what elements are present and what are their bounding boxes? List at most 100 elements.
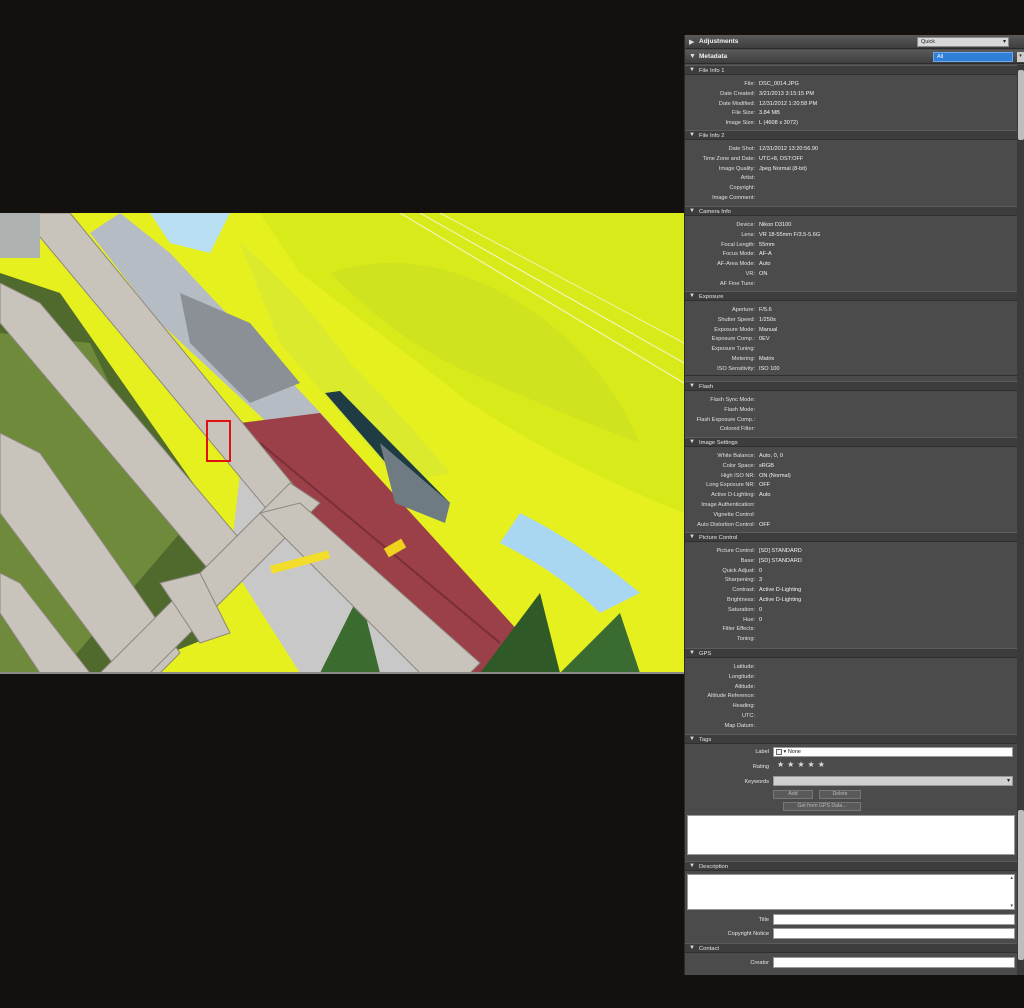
metadata-value: 3.84 MB: [759, 110, 780, 117]
star-icon[interactable]: ★: [808, 760, 815, 769]
section-tags[interactable]: ▼ Tags: [685, 734, 1017, 744]
metadata-label: Color Space:: [722, 462, 755, 469]
chevron-down-icon: ▾: [783, 749, 787, 755]
creator-input[interactable]: [773, 957, 1015, 968]
description-textarea[interactable]: ▴ ▾: [687, 874, 1015, 910]
scrollbar-thumb[interactable]: [1018, 810, 1024, 960]
adjustments-header[interactable]: ▶ Adjustments Quick ▾: [685, 35, 1024, 49]
section-contact[interactable]: ▼ Contact: [685, 943, 1017, 953]
expand-triangle-icon[interactable]: ▶: [689, 38, 694, 46]
collapse-triangle-icon[interactable]: ▼: [689, 439, 695, 445]
label-swatch-icon: [776, 748, 782, 755]
metadata-label: Brightness:: [727, 597, 755, 603]
section-image-settings[interactable]: ▼ Image Settings: [685, 437, 1017, 447]
collapse-triangle-icon[interactable]: ▼: [689, 208, 695, 214]
metadata-row: Map Datum:: [685, 721, 1017, 731]
collapse-triangle-icon[interactable]: ▼: [689, 863, 695, 869]
collapse-triangle-icon[interactable]: ▼: [689, 534, 695, 540]
metadata-row: Exposure Mode: Manual: [685, 325, 1017, 335]
keywords-list[interactable]: [687, 815, 1015, 855]
metadata-value: Auto: [759, 492, 771, 499]
metadata-row: Metering: Matrix: [685, 354, 1017, 364]
metadata-row: Hue: 0: [685, 615, 1017, 625]
section-file-info-1[interactable]: ▼ File Info 1: [685, 65, 1017, 75]
star-icon[interactable]: ★: [818, 760, 825, 769]
metadata-value: F/5.6: [759, 307, 772, 313]
section-exposure[interactable]: ▼ Exposure: [685, 291, 1017, 301]
adjustments-mode-value: Quick: [921, 39, 936, 45]
metadata-label: AF-Area Mode:: [717, 261, 755, 268]
collapse-triangle-icon[interactable]: ▼: [689, 736, 695, 742]
metadata-value: 0EV: [759, 336, 770, 343]
image-preview[interactable]: [0, 213, 684, 673]
metadata-row: Color Space: sRGB: [685, 461, 1017, 471]
chevron-down-icon[interactable]: ▾: [1017, 52, 1024, 62]
star-icon[interactable]: ★: [777, 760, 784, 769]
metadata-header[interactable]: ▼ Metadata All ▾: [685, 50, 1024, 64]
metadata-label: Altitude:: [734, 683, 755, 690]
delete-keyword-button[interactable]: Delete: [819, 790, 861, 799]
section-flash[interactable]: ▼ Flash: [685, 381, 1017, 391]
metadata-label: Map Datum:: [724, 722, 755, 729]
metadata-row: Exposure Comp.: 0EV: [685, 334, 1017, 344]
metadata-value: Nikon D3100: [759, 222, 792, 228]
metadata-filter-select[interactable]: All: [933, 52, 1013, 62]
star-icon[interactable]: ★: [797, 760, 804, 769]
metadata-value: Auto, 0, 0: [759, 453, 783, 459]
metadata-row: Longitude:: [685, 672, 1017, 682]
collapse-triangle-icon[interactable]: ▼: [689, 53, 696, 60]
metadata-label: Time Zone and Date:: [702, 155, 755, 162]
metadata-value: 3/21/2013 3:15:15 PM: [759, 90, 815, 97]
section-description[interactable]: ▼ Description: [685, 861, 1017, 871]
collapse-triangle-icon[interactable]: ▼: [689, 650, 695, 656]
label-value: None: [787, 749, 801, 755]
section-file-info-2[interactable]: ▼ File Info 2: [685, 130, 1017, 140]
metadata-value: VR 18-55mm F/3.5-5.6G: [759, 231, 821, 238]
panel-scrollbar[interactable]: [1017, 65, 1024, 975]
metadata-panel: ▶ Adjustments Quick ▾ ▼ Metadata All ▾ ▼ F…: [684, 35, 1024, 975]
chevron-down-icon: ▾: [1002, 39, 1006, 45]
metadata-row: Shutter Speed: 1/250s: [685, 315, 1017, 325]
metadata-label: Long Exposure NR:: [706, 482, 755, 489]
scrollbar-thumb[interactable]: [1018, 70, 1024, 140]
metadata-label: White Balance:: [717, 453, 755, 459]
label-field-label: Label: [755, 749, 769, 755]
metadata-row: Toning:: [685, 634, 1017, 644]
metadata-label: Image Comment:: [712, 195, 755, 201]
collapse-triangle-icon[interactable]: ▼: [689, 293, 695, 299]
metadata-row: Contrast: Active D-Lighting: [685, 585, 1017, 595]
add-keyword-button[interactable]: Add: [773, 790, 813, 799]
collapse-triangle-icon[interactable]: ▼: [689, 383, 695, 389]
rating-stars[interactable]: ★ ★ ★ ★ ★: [777, 760, 828, 769]
collapse-triangle-icon[interactable]: ▼: [689, 132, 695, 138]
metadata-label: Heading:: [732, 703, 755, 710]
adjustments-mode-select[interactable]: Quick ▾: [917, 37, 1009, 47]
metadata-label: Base:: [740, 557, 755, 564]
section-camera-info[interactable]: ▼ Camera Info: [685, 206, 1017, 216]
copyright-notice-input[interactable]: [773, 928, 1015, 939]
collapse-triangle-icon[interactable]: ▼: [689, 945, 695, 951]
metadata-value: 1/250s: [759, 316, 776, 323]
label-select[interactable]: ▾ None: [773, 747, 1013, 757]
star-icon[interactable]: ★: [787, 760, 794, 769]
keywords-select[interactable]: ▾: [773, 776, 1013, 786]
metadata-row: Artist:: [685, 173, 1017, 183]
metadata-row: Image Comment:: [685, 193, 1017, 203]
metadata-label: Filter Effects:: [722, 626, 755, 633]
title-input[interactable]: [773, 914, 1015, 925]
metadata-label: Latitude:: [733, 664, 755, 670]
metadata-label: Sharpening:: [724, 577, 755, 584]
metadata-row: Altitude:: [685, 682, 1017, 692]
metadata-label: Copyright:: [729, 185, 756, 192]
metadata-row: Focus Mode: AF-A: [685, 249, 1017, 259]
metadata-label: Active D-Lighting:: [711, 492, 755, 499]
get-from-gps-button[interactable]: Get from GPS Data...: [783, 802, 861, 811]
scroll-down-icon[interactable]: ▾: [1010, 903, 1013, 909]
metadata-value: OFF: [759, 482, 771, 489]
photo-image: [0, 213, 684, 673]
collapse-triangle-icon[interactable]: ▼: [689, 67, 695, 73]
section-picture-control[interactable]: ▼ Picture Control: [685, 532, 1017, 542]
section-gps[interactable]: ▼ GPS: [685, 648, 1017, 658]
scroll-up-icon[interactable]: ▴: [1010, 875, 1013, 881]
metadata-label: File Size:: [731, 110, 755, 117]
